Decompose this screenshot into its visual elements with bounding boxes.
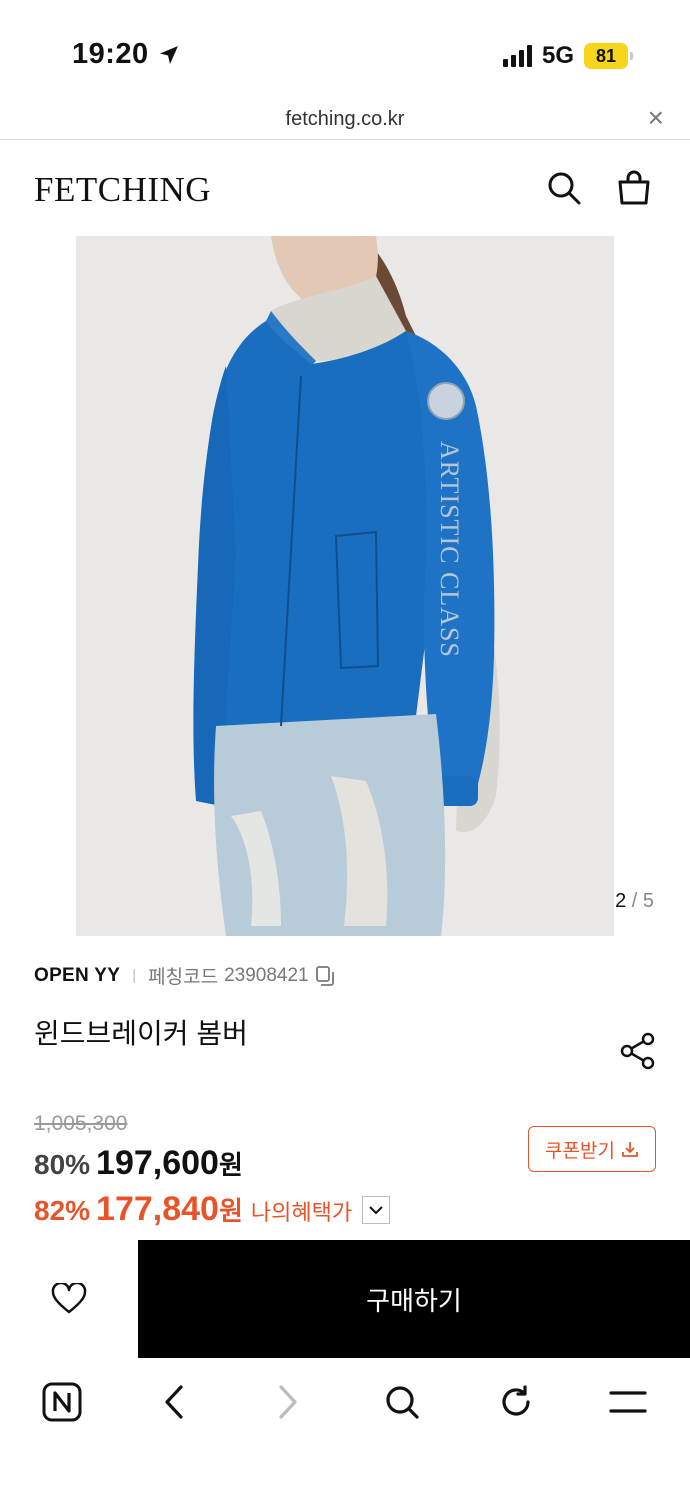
brand-row: OPEN YY | 페칭코드 23908421 xyxy=(34,962,335,989)
coupon-label: 쿠폰받기 xyxy=(545,1140,615,1162)
search-icon[interactable] xyxy=(546,170,582,206)
sale-price-row: 80% 197,600 원 xyxy=(34,1144,243,1183)
share-icon[interactable] xyxy=(620,1032,656,1070)
discount-rate: 80% xyxy=(34,1149,91,1180)
forward-icon xyxy=(279,1385,297,1419)
network-type: 5G xyxy=(541,42,574,69)
wishlist-button[interactable] xyxy=(0,1240,138,1358)
search-button[interactable] xyxy=(380,1380,424,1424)
heart-icon xyxy=(51,1283,87,1314)
download-icon xyxy=(622,1142,638,1157)
sleeve-print: ARTISTIC CLASS xyxy=(435,441,464,658)
benefit-discount-rate: 82% xyxy=(34,1195,91,1226)
copy-icon[interactable] xyxy=(315,965,335,987)
url-text[interactable]: fetching.co.kr xyxy=(0,108,690,131)
chevron-down-icon xyxy=(369,1205,383,1214)
image-counter: 2 / 5 xyxy=(615,890,654,913)
naver-icon xyxy=(42,1382,82,1422)
status-time-text: 19:20 xyxy=(72,38,149,70)
brand-divider: | xyxy=(132,967,137,984)
reload-icon xyxy=(502,1385,530,1416)
image-counter-separator: / xyxy=(631,890,638,912)
naver-button[interactable] xyxy=(40,1380,84,1424)
benefit-expand-button[interactable] xyxy=(362,1195,391,1224)
benefit-price-row: 82% 177,840 원 나의혜택가 xyxy=(34,1190,391,1229)
status-bar: 19:20 5G 81 xyxy=(0,0,690,100)
product-code-label: 페칭코드 xyxy=(148,967,219,988)
forward-button[interactable] xyxy=(266,1380,310,1424)
back-icon xyxy=(165,1385,183,1419)
url-bar[interactable]: fetching.co.kr × xyxy=(0,100,690,140)
image-counter-current: 2 xyxy=(615,890,627,912)
battery-level: 81 xyxy=(595,45,617,66)
search-icon xyxy=(386,1386,419,1419)
site-header: FETCHING xyxy=(0,140,690,236)
back-button[interactable] xyxy=(152,1380,196,1424)
buy-button[interactable]: 구매하기 xyxy=(138,1240,690,1358)
status-time: 19:20 xyxy=(72,38,181,71)
location-arrow-icon xyxy=(159,45,178,64)
coupon-download-button[interactable]: 쿠폰받기 xyxy=(528,1126,656,1172)
image-counter-total: 5 xyxy=(642,890,654,912)
benefit-currency-unit: 원 xyxy=(218,1196,243,1226)
purchase-bar: 구매하기 xyxy=(0,1240,690,1358)
battery-icon: 81 xyxy=(584,43,633,69)
close-icon[interactable]: × xyxy=(648,104,664,132)
status-indicators: 5G 81 xyxy=(502,42,633,70)
reload-button[interactable] xyxy=(494,1380,538,1424)
product-image[interactable]: ARTISTIC CLASS xyxy=(76,236,614,936)
benefit-price: 177,840 xyxy=(96,1190,219,1228)
sale-price: 197,600 xyxy=(96,1144,219,1182)
menu-button[interactable] xyxy=(606,1380,650,1424)
original-price: 1,005,300 xyxy=(34,1112,128,1135)
signal-icon xyxy=(502,45,532,67)
browser-toolbar xyxy=(0,1360,690,1440)
shopping-bag-icon[interactable] xyxy=(616,170,652,206)
product-photo: ARTISTIC CLASS xyxy=(193,236,500,936)
product-code-value: 23908421 xyxy=(224,964,309,986)
site-logo[interactable]: FETCHING xyxy=(34,170,211,210)
currency-unit: 원 xyxy=(218,1150,243,1180)
brand-name[interactable]: OPEN YY xyxy=(34,965,120,987)
menu-icon xyxy=(609,1391,647,1413)
product-name: 윈드브레이커 봄버 xyxy=(34,1018,248,1049)
benefit-label: 나의혜택가 xyxy=(250,1200,353,1225)
